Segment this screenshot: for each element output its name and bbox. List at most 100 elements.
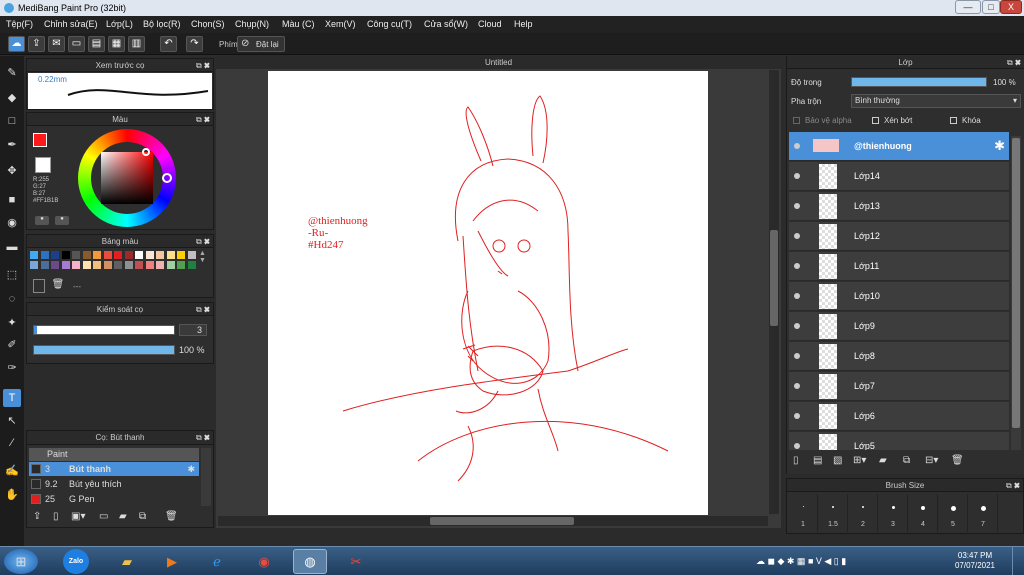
layer-row[interactable]: Lớp9 (789, 312, 1009, 341)
palette-swatch[interactable] (124, 251, 133, 259)
minimize-button[interactable]: — (955, 0, 981, 14)
palette-swatch[interactable] (30, 251, 38, 259)
panel-buttons[interactable]: ⧉ ✖ (196, 113, 210, 126)
undo-icon[interactable]: ↶ (160, 36, 177, 52)
brush-icon[interactable]: ✎ (3, 64, 21, 82)
eye-icon[interactable] (794, 173, 800, 179)
palette-swatch[interactable] (93, 261, 101, 269)
clip-checkbox[interactable] (872, 117, 879, 124)
add-layer-menu-icon[interactable]: ⊞▾ (853, 455, 866, 466)
folder-icon[interactable]: ▰ (119, 511, 127, 522)
palette-swatch[interactable] (187, 251, 196, 259)
color-add-button[interactable]: ● (35, 216, 49, 225)
hand-icon[interactable]: ✋ (3, 486, 21, 504)
duplicate-icon[interactable]: ⧉ (139, 511, 146, 522)
lasso-icon[interactable]: ◌ (3, 290, 21, 308)
start-button[interactable]: ⊞ (4, 549, 38, 574)
eraser-icon[interactable]: ◆ (3, 89, 21, 107)
panel-buttons[interactable]: ⧉ ✖ (1006, 479, 1020, 492)
reset-button[interactable]: ⊘ Đặt lại (237, 36, 285, 52)
palette-swatch[interactable] (72, 251, 80, 259)
panel-buttons[interactable]: ⧉ ✖ (1007, 56, 1021, 69)
new-8bit-layer-icon[interactable]: ▧ (833, 455, 842, 466)
palette-swatch[interactable] (40, 251, 49, 259)
menu-file[interactable]: Tệp(F) (6, 19, 33, 29)
delete-brush-icon[interactable]: 🗑 (165, 511, 178, 522)
palette-swatch[interactable] (93, 251, 101, 259)
eye-icon[interactable] (794, 383, 800, 389)
palette-swatch[interactable] (135, 261, 143, 269)
menu-window[interactable]: Cửa sổ(W) (424, 19, 468, 29)
panel-icon[interactable]: ▭ (68, 36, 85, 52)
medibang-taskbar-icon[interactable]: ◍ (293, 549, 327, 574)
protect-alpha-checkbox[interactable] (793, 117, 800, 124)
layer-row[interactable]: Lớp5 (789, 432, 1009, 450)
primary-color-swatch[interactable] (33, 133, 47, 147)
operation-icon[interactable]: ↖ (3, 412, 21, 430)
palette-swatch[interactable] (166, 261, 175, 269)
brush-item[interactable]: 9.2 Bút yêu thích (29, 477, 199, 491)
gradient-icon[interactable]: ▬ (3, 238, 21, 256)
menu-select[interactable]: Chọn(S) (191, 19, 225, 29)
palette-swatch[interactable] (82, 261, 91, 269)
clock[interactable]: 03:47 PM 07/07/2021 (950, 551, 1000, 571)
palette-swatch[interactable] (145, 261, 154, 269)
brush-size-option[interactable]: 4 (909, 494, 938, 532)
palette-swatch[interactable] (72, 261, 80, 269)
blend-mode-select[interactable]: Bình thường ▾ (851, 94, 1021, 108)
text-icon[interactable]: T (3, 389, 21, 407)
palette-swatch[interactable] (166, 251, 175, 259)
brush-list-scrollbar[interactable] (201, 448, 211, 506)
palette-swatch[interactable] (156, 261, 164, 269)
zalo-taskbar-icon[interactable]: Zalo (63, 549, 89, 574)
move-icon[interactable]: ✥ (3, 162, 21, 180)
show-desktop-button[interactable] (1012, 547, 1024, 575)
brush-settings-icon[interactable]: ▣▾ (71, 511, 85, 522)
chrome-taskbar-icon[interactable]: ◉ (247, 549, 281, 574)
grid-icon[interactable]: ▦ (108, 36, 125, 52)
select-rect-icon[interactable]: ⬚ (3, 266, 21, 284)
palette-swatch[interactable] (124, 261, 133, 269)
bucket-icon[interactable]: ◉ (3, 214, 21, 232)
share-icon[interactable]: ⇪ (28, 36, 45, 52)
layer-row[interactable]: Lớp13 (789, 192, 1009, 221)
palette-swatch[interactable] (156, 251, 164, 259)
eye-icon[interactable] (794, 293, 800, 299)
brush-size-option[interactable]: 5 (939, 494, 968, 532)
palette-swatch[interactable] (103, 251, 112, 259)
menu-help[interactable]: Help (514, 19, 533, 29)
fill-rect-icon[interactable]: ■ (3, 191, 21, 209)
transparent-color-swatch[interactable] (35, 157, 51, 173)
saturation-square[interactable] (101, 152, 153, 204)
new-palette-icon[interactable] (33, 279, 45, 293)
brush-item[interactable]: 3 Bút thanh ✱ (29, 462, 199, 476)
palette-swatch[interactable] (177, 261, 185, 269)
brush-size-option[interactable]: 7 (969, 494, 998, 532)
palette-swatch[interactable] (114, 261, 122, 269)
eye-icon[interactable] (794, 323, 800, 329)
brush-size-option[interactable]: 1 (789, 494, 818, 532)
brush-size-slider[interactable] (33, 325, 175, 335)
palette-swatch[interactable] (187, 261, 196, 269)
panel-buttons[interactable]: ⧉ ✖ (196, 431, 210, 444)
tray-icons[interactable]: ☁ ◼ ◆ ✱ ▦ ■ V ◀ ▯ ▮ (756, 556, 846, 567)
color-swap-button[interactable]: ● (55, 216, 69, 225)
delete-layer-icon[interactable]: 🗑 (951, 455, 964, 466)
redo-icon[interactable]: ↷ (186, 36, 203, 52)
menu-tools[interactable]: Công cụ(T) (367, 19, 412, 29)
lock-checkbox[interactable] (950, 117, 957, 124)
layer-row[interactable]: Lớp8 (789, 342, 1009, 371)
panel-buttons[interactable]: ⧉ ✖ (196, 59, 210, 72)
layer-opacity-slider[interactable] (851, 77, 987, 87)
palette-swatch[interactable] (82, 251, 91, 259)
palette-swatch[interactable] (145, 251, 154, 259)
comment-icon[interactable]: ✉ (48, 36, 65, 52)
rect-icon[interactable]: □ (3, 112, 21, 130)
brush-copy-icon[interactable]: ▭ (99, 511, 108, 522)
eye-icon[interactable] (794, 413, 800, 419)
sv-handle[interactable] (142, 148, 150, 156)
panel-buttons[interactable]: ⧉ ✖ (196, 303, 210, 316)
eye-icon[interactable] (794, 353, 800, 359)
menu-filter[interactable]: Bộ lọc(R) (143, 19, 181, 29)
layer-row[interactable]: Lớp6 (789, 402, 1009, 431)
